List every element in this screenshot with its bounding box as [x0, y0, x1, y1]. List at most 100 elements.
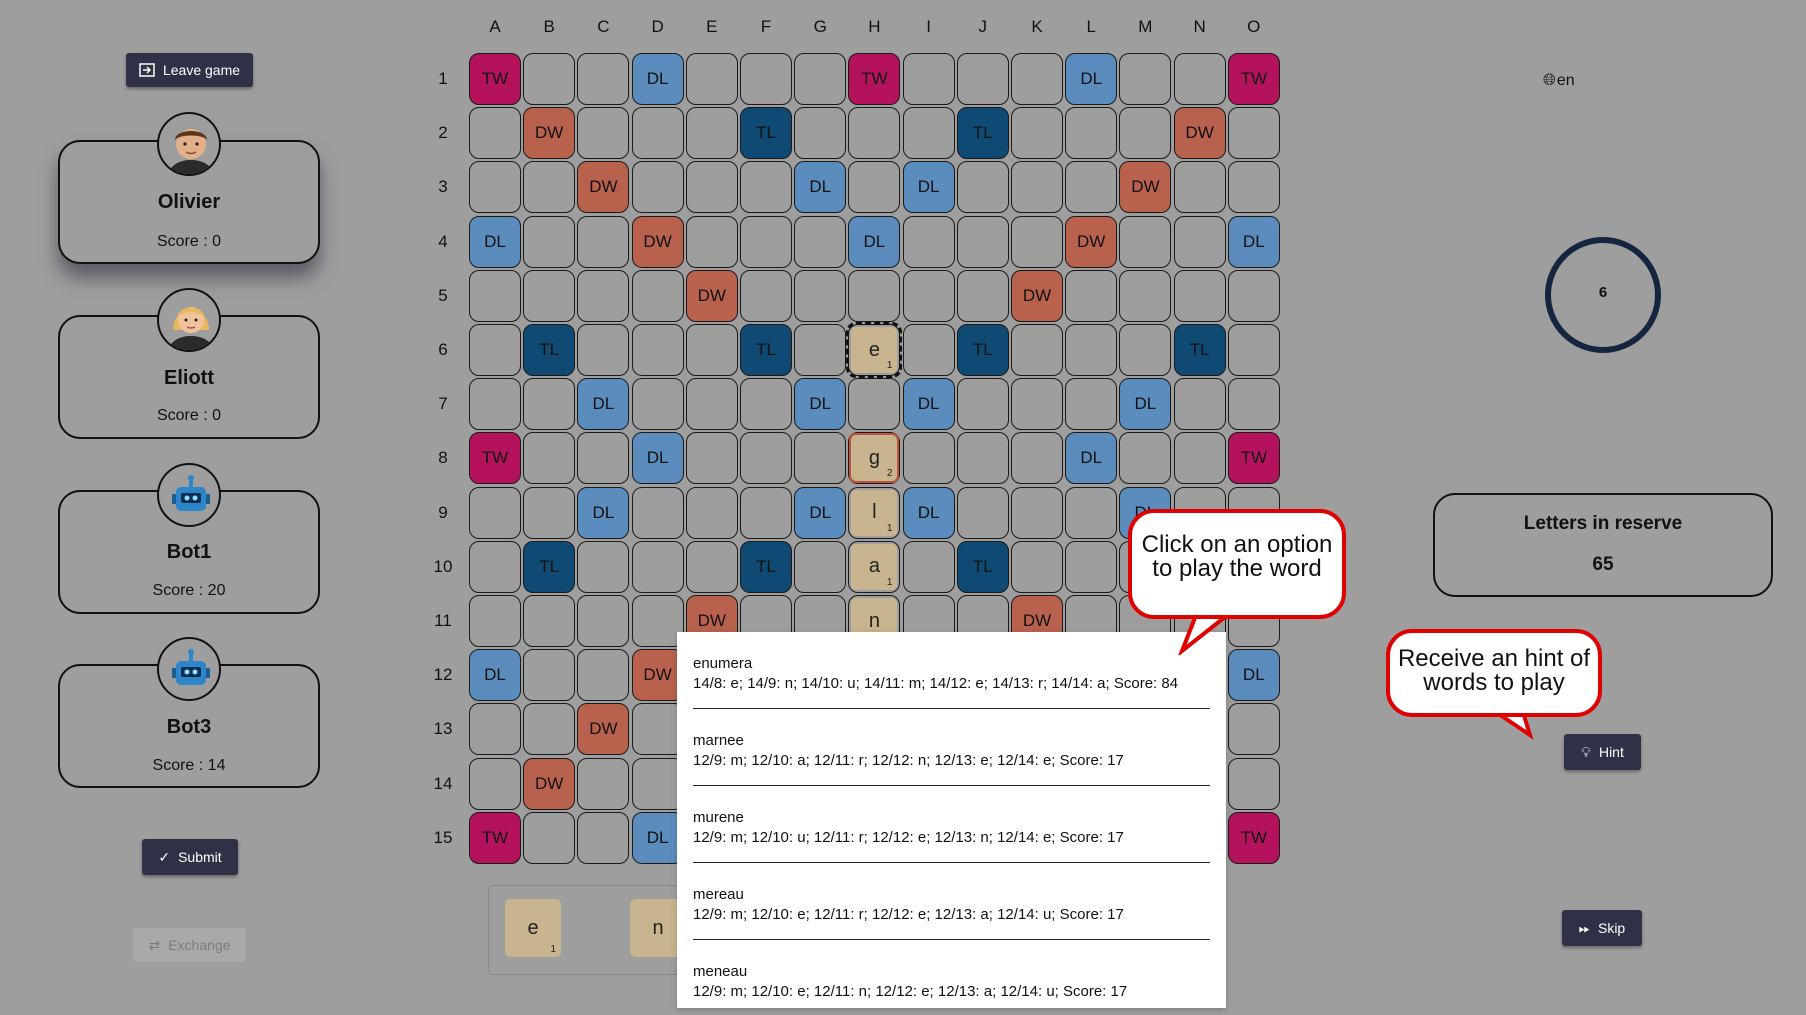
board-cell[interactable] [848, 269, 901, 322]
board-cell[interactable] [956, 215, 1009, 268]
board-cell[interactable] [469, 107, 521, 160]
board-cell[interactable] [523, 486, 576, 539]
hint-button[interactable]: 💡︎ Hint [1564, 734, 1641, 770]
board-cell-dw[interactable]: DW [1011, 269, 1063, 322]
board-cell[interactable] [631, 703, 684, 756]
board-cell[interactable] [740, 378, 792, 431]
board-cell-dl[interactable]: DL [794, 486, 847, 539]
board-cell-dw[interactable]: DW [523, 107, 576, 160]
board-cell[interactable] [523, 432, 576, 485]
board-cell-dw[interactable]: DW [523, 757, 576, 810]
board-cell-dw[interactable]: DW [1065, 215, 1118, 268]
board-cell[interactable] [1227, 107, 1280, 160]
board-cell[interactable] [1173, 378, 1226, 431]
board-cell-tl[interactable]: TL [740, 324, 792, 376]
board-cell[interactable] [1011, 161, 1063, 214]
board-cell-dw[interactable]: DW [1119, 161, 1172, 214]
board-cell[interactable] [794, 540, 847, 593]
board-cell[interactable] [1011, 53, 1063, 105]
board-cell[interactable] [685, 53, 738, 105]
board-cell-tw[interactable]: TW [1227, 432, 1280, 485]
board-cell[interactable] [631, 757, 684, 810]
board-cell[interactable] [848, 107, 901, 160]
board-cell[interactable] [1227, 161, 1280, 214]
board-cell-dw[interactable]: DW [631, 649, 684, 702]
board-cell[interactable] [577, 540, 630, 593]
board-cell-tl[interactable]: TL [956, 107, 1009, 160]
board-cell[interactable] [523, 269, 576, 322]
board-cell[interactable] [740, 53, 792, 105]
board-cell[interactable] [902, 215, 955, 268]
board-cell[interactable] [1173, 215, 1226, 268]
board-cell[interactable] [1065, 324, 1118, 376]
board-cell[interactable] [1011, 215, 1063, 268]
board-cell-dl[interactable]: DL [1227, 215, 1280, 268]
board-cell[interactable] [469, 703, 521, 756]
board-cell-dl[interactable]: DL [631, 53, 684, 105]
board-cell-dl[interactable]: DL [577, 378, 630, 431]
board-cell-tw[interactable]: TW [1227, 811, 1280, 864]
board-cell[interactable] [631, 486, 684, 539]
board-cell[interactable] [1119, 53, 1172, 105]
board-cell-dl[interactable]: DL [794, 378, 847, 431]
board-cell[interactable] [1119, 269, 1172, 322]
board-cell[interactable] [685, 215, 738, 268]
board-cell[interactable] [794, 107, 847, 160]
board-cell-dl[interactable]: DL [1227, 649, 1280, 702]
board-cell[interactable] [523, 161, 576, 214]
board-cell-tl[interactable]: TL [740, 540, 792, 593]
board-cell[interactable] [1173, 432, 1226, 485]
board-cell-dw[interactable]: DW [685, 269, 738, 322]
board-cell-tl[interactable]: TL [523, 540, 576, 593]
board-cell[interactable] [685, 378, 738, 431]
board-cell[interactable] [1227, 378, 1280, 431]
board-cell[interactable] [577, 107, 630, 160]
board-cell[interactable] [523, 595, 576, 647]
rack-tile[interactable]: e 1 [505, 899, 561, 957]
board-cell[interactable] [577, 811, 630, 864]
board-cell[interactable] [685, 432, 738, 485]
board-cell[interactable] [523, 649, 576, 702]
board-cell[interactable] [902, 269, 955, 322]
board-cell[interactable] [848, 378, 901, 431]
board-cell[interactable] [1119, 107, 1172, 160]
board-cell[interactable] [631, 540, 684, 593]
board-cell[interactable] [902, 324, 955, 376]
board-cell[interactable] [577, 53, 630, 105]
board-cell-tl[interactable]: TL [1173, 324, 1226, 376]
board-cell-dw[interactable]: DW [631, 215, 684, 268]
board-cell-tw[interactable]: TW [848, 53, 901, 105]
board-cell[interactable] [1011, 486, 1063, 539]
board-cell[interactable] [577, 324, 630, 376]
board-cell-dl[interactable]: DL [631, 811, 684, 864]
board-cell[interactable] [902, 540, 955, 593]
board-cell[interactable] [1119, 215, 1172, 268]
board-tile[interactable]: a1 [851, 543, 898, 590]
board-cell[interactable] [794, 53, 847, 105]
board-cell[interactable] [1065, 161, 1118, 214]
board-cell[interactable] [1011, 107, 1063, 160]
board-cell-dl[interactable]: DL [794, 161, 847, 214]
board-cell[interactable] [631, 107, 684, 160]
board-cell[interactable] [794, 215, 847, 268]
board-cell-dl[interactable]: DL [1065, 53, 1118, 105]
board-cell-dl[interactable]: DL [902, 378, 955, 431]
board-cell[interactable] [631, 324, 684, 376]
board-cell[interactable] [794, 269, 847, 322]
hint-option[interactable]: marnee 12/9: m; 12/10: a; 12/11: r; 12/1… [677, 709, 1226, 786]
board-cell[interactable] [1065, 107, 1118, 160]
board-cell[interactable] [740, 486, 792, 539]
board-cell[interactable] [956, 378, 1009, 431]
board-tile[interactable]: e1 [846, 322, 903, 378]
board-cell[interactable] [1065, 269, 1118, 322]
board-cell[interactable] [469, 378, 521, 431]
board-cell[interactable] [469, 540, 521, 593]
submit-button[interactable]: ✓ Submit [142, 839, 238, 875]
board-cell-dl[interactable]: DL [1065, 432, 1118, 485]
board-cell[interactable] [685, 540, 738, 593]
board-cell[interactable] [577, 595, 630, 647]
board-cell[interactable] [631, 269, 684, 322]
board-cell[interactable] [469, 324, 521, 376]
board-cell[interactable] [523, 215, 576, 268]
board-cell[interactable] [1119, 432, 1172, 485]
